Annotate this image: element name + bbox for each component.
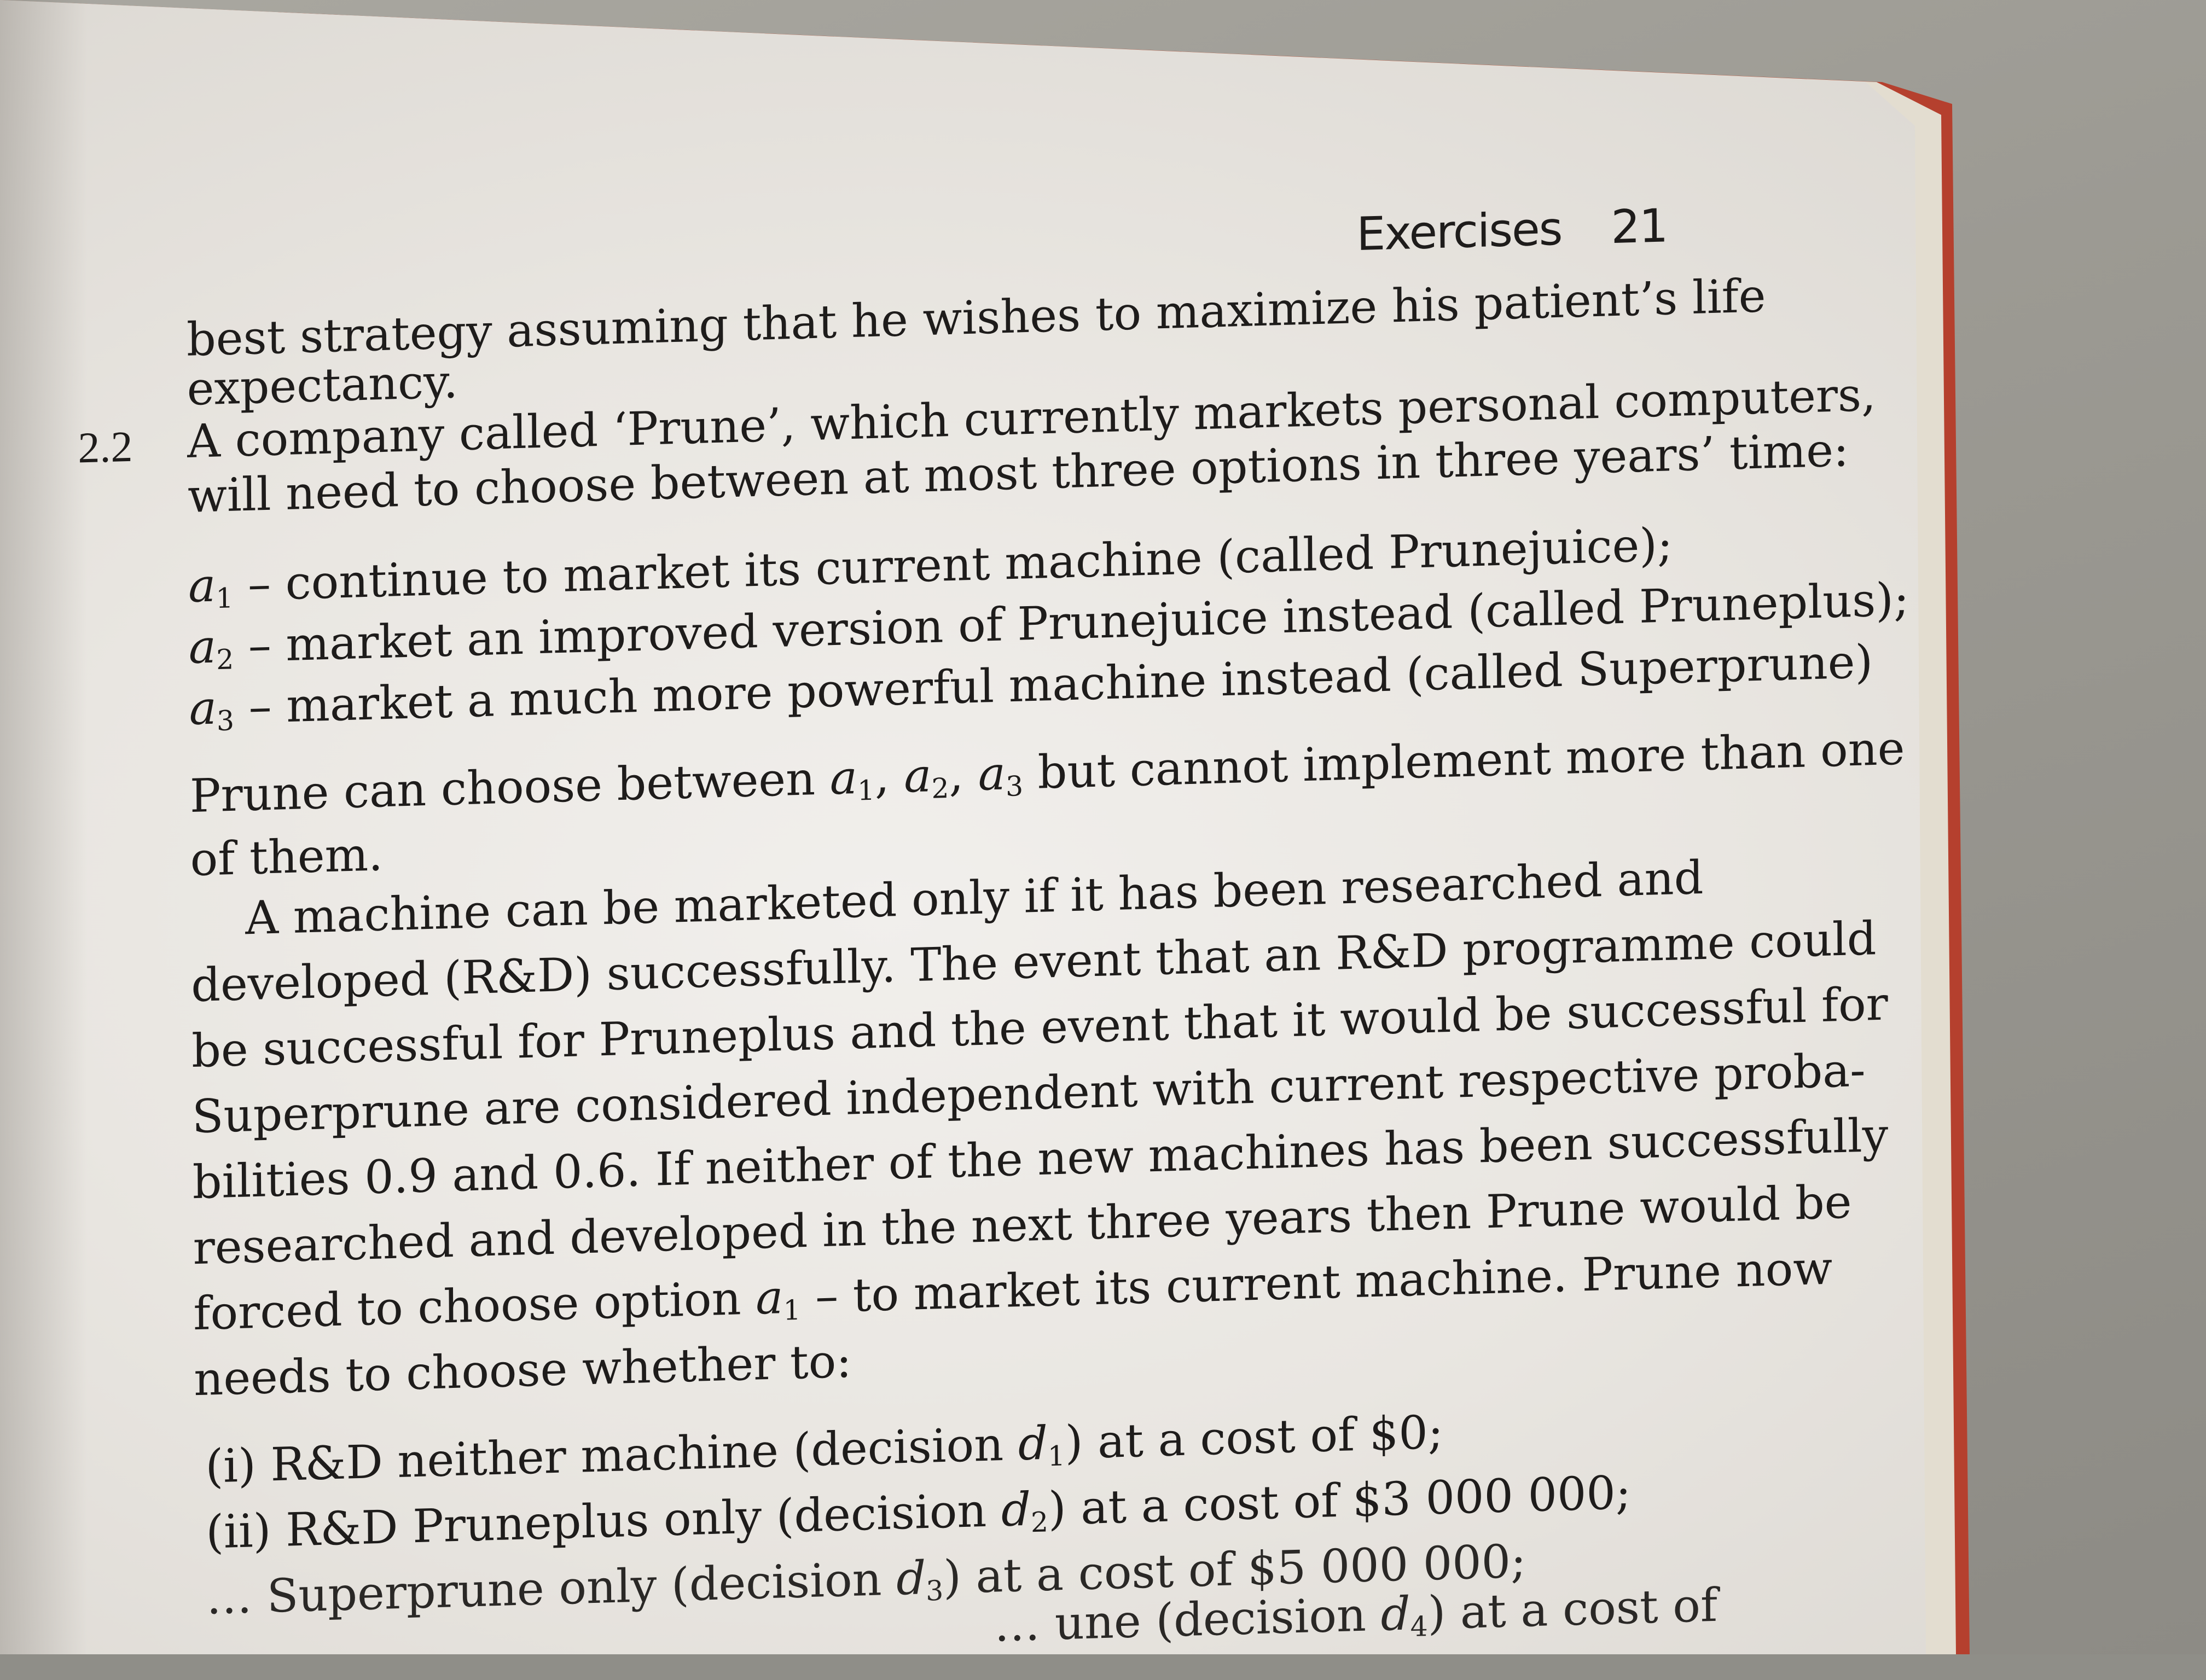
- choose-line-2: of them.: [190, 827, 384, 887]
- option-subscript: 1: [216, 582, 234, 615]
- page-number: 21: [1611, 199, 1668, 254]
- option-symbol: a: [829, 750, 858, 805]
- decision-subscript: 3: [926, 1574, 944, 1607]
- option-symbol: a: [188, 619, 217, 675]
- book-page: [0, 0, 1926, 1654]
- option-subscript: 3: [216, 704, 235, 737]
- option-symbol: a: [188, 558, 216, 613]
- decision-subscript: 2: [1030, 1505, 1049, 1539]
- running-head-title: Exercises: [1356, 201, 1562, 261]
- option-symbol: a: [978, 746, 1006, 801]
- running-head: Exercises 21: [1356, 199, 1668, 261]
- option-subscript: 2: [216, 643, 234, 676]
- option-subscript: 1: [857, 774, 875, 807]
- decision-cost: ) at a cost of $0;: [1065, 1405, 1444, 1469]
- decision-label: … une (decision: [994, 1587, 1381, 1652]
- continuation-line-2: expectancy.: [187, 354, 458, 416]
- decision-cost: ) at a cost of: [1427, 1578, 1718, 1640]
- decision-subscript: 1: [1047, 1439, 1066, 1473]
- decision-subscript: 4: [1410, 1610, 1428, 1643]
- option-subscript: 1: [783, 1293, 801, 1327]
- option-symbol: a: [755, 1270, 783, 1325]
- page-gutter-shadow: [0, 0, 88, 1654]
- option-subscript: 3: [1005, 770, 1024, 803]
- option-symbol: a: [189, 681, 217, 736]
- option-symbol: a: [903, 748, 932, 803]
- option-subscript: 2: [931, 771, 949, 805]
- exercise-number: 2.2: [78, 422, 133, 473]
